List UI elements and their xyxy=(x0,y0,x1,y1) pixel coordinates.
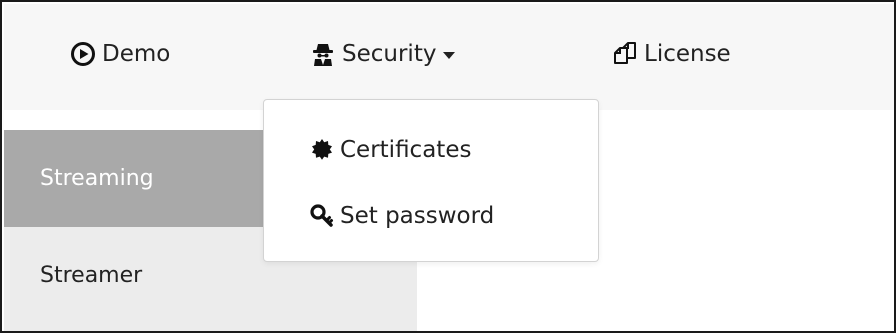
caret-down-icon xyxy=(443,51,456,59)
nav-item-license[interactable]: License xyxy=(612,34,731,74)
nav-item-label: License xyxy=(644,41,731,67)
menu-item-certificates[interactable]: Certificates xyxy=(310,130,471,170)
nav-item-demo[interactable]: Demo xyxy=(70,34,170,74)
spy-icon xyxy=(310,41,336,67)
menu-item-set-password[interactable]: Set password xyxy=(310,196,494,236)
nav-item-label: Security xyxy=(342,41,437,67)
menu-item-label: Certificates xyxy=(340,137,472,163)
nav-item-label: Demo xyxy=(102,41,171,67)
top-navbar: Demo Security License xyxy=(4,4,894,110)
certificate-icon xyxy=(310,138,334,162)
app-window: Demo Security License Streaming Streamer… xyxy=(0,0,896,333)
key-icon xyxy=(310,204,334,228)
nav-item-security[interactable]: Security xyxy=(310,34,456,74)
sidebar-item-label: Streamer xyxy=(40,263,143,288)
security-dropdown-menu: Certificates Set password xyxy=(263,99,599,262)
play-circle-icon xyxy=(70,41,96,67)
copy-icon xyxy=(612,41,638,67)
menu-item-label: Set password xyxy=(340,203,495,229)
sidebar-item-label: Streaming xyxy=(40,166,154,191)
